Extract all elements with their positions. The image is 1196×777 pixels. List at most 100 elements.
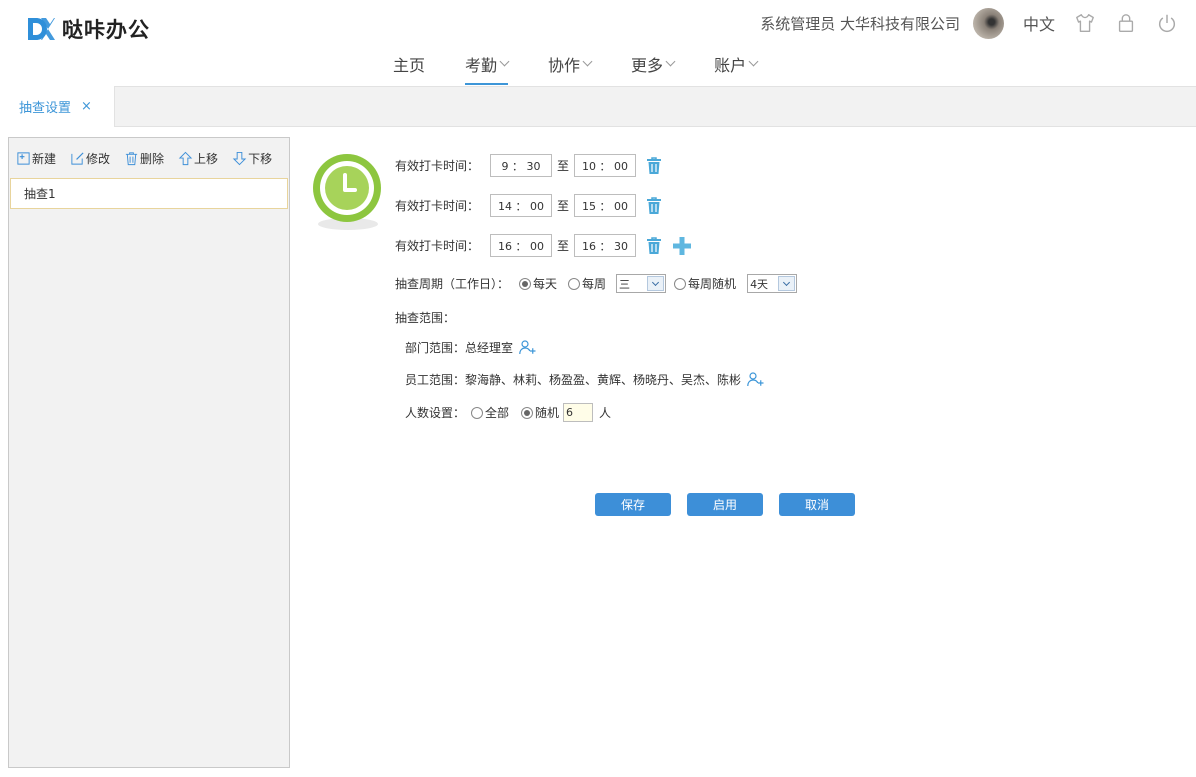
radio-weekly-label: 每周	[582, 277, 607, 291]
list-item-label: 抽查1	[24, 187, 56, 201]
trash-icon	[125, 151, 138, 165]
arrow-down-icon	[232, 151, 247, 165]
close-icon[interactable]: ×	[81, 99, 92, 114]
move-up-label: 上移	[194, 151, 219, 166]
start-time-input[interactable]: 16 ： 00	[490, 234, 553, 257]
main-nav: 主页 考勤 协作 更多 账户	[393, 52, 797, 86]
move-down-button[interactable]: 下移	[232, 150, 272, 167]
language-switch[interactable]: 中文	[1023, 11, 1055, 35]
radio-count-random[interactable]: 随机	[521, 404, 559, 421]
tab-label: 抽查设置	[19, 101, 72, 116]
chevron-down-icon[interactable]	[778, 276, 796, 291]
scope-row: 抽查范围：	[395, 309, 455, 326]
count-input[interactable]: 6	[563, 403, 594, 422]
radio-weekly-random-label: 每周随机	[688, 277, 737, 291]
radio-count-all-dot[interactable]	[471, 406, 484, 419]
move-up-button[interactable]: 上移	[178, 150, 218, 167]
app-logo[interactable]: 哒咔办公	[27, 14, 150, 44]
skin-icon[interactable]	[1073, 11, 1097, 35]
nav-attendance[interactable]: 考勤	[465, 52, 510, 86]
staff-value: 黎海静、林莉、杨盈盈、黄辉、杨晓丹、吴杰、陈彬	[465, 373, 742, 387]
user-info[interactable]: 系统管理员 大华科技有限公司	[760, 13, 960, 34]
avatar[interactable]	[972, 7, 1004, 39]
count-label: 人数设置：	[405, 406, 466, 420]
trash-icon[interactable]	[646, 196, 662, 215]
to-label: 至	[557, 239, 570, 253]
radio-count-all-label: 全部	[485, 406, 510, 420]
nav-home[interactable]: 主页	[393, 52, 425, 86]
weekday-select[interactable]: 三	[616, 274, 667, 293]
nav-more-label: 更多	[631, 56, 664, 75]
enable-button[interactable]: 启用	[687, 493, 763, 516]
new-label: 新建	[32, 151, 57, 166]
time-label: 有效打卡时间：	[395, 239, 480, 253]
nav-collaboration[interactable]: 协作	[548, 52, 593, 86]
count-row: 人数设置： 全部 随机 6 人	[405, 403, 611, 422]
dept-value: 总经理室	[465, 341, 514, 355]
to-label: 至	[557, 159, 570, 173]
delete-button[interactable]: 删除	[124, 150, 164, 167]
end-time-input[interactable]: 15 ： 00	[574, 194, 637, 217]
arrow-up-icon	[178, 151, 193, 165]
edit-button[interactable]: 修改	[70, 150, 110, 167]
radio-count-random-label: 随机	[535, 406, 560, 420]
dept-label: 部门范围：	[405, 341, 466, 355]
time-row-2: 有效打卡时间： 14 ： 00 至 15 ： 00	[395, 194, 662, 217]
time-row-1: 有效打卡时间： 9 ： 30 至 10 ： 00	[395, 154, 662, 177]
radio-count-random-dot[interactable]	[521, 406, 534, 419]
start-time-input[interactable]: 14 ： 00	[490, 194, 553, 217]
radio-daily[interactable]: 每天	[519, 275, 557, 292]
chevron-down-icon	[582, 56, 593, 67]
time-row-3: 有效打卡时间： 16 ： 00 至 16 ： 30	[395, 234, 692, 257]
trash-icon[interactable]	[646, 236, 662, 255]
lock-icon[interactable]	[1114, 11, 1138, 35]
trash-icon[interactable]	[646, 156, 662, 175]
app-header: 哒咔办公 系统管理员 大华科技有限公司 中文 主页 考勤 协作 更多 账户	[0, 0, 1196, 86]
nav-home-label: 主页	[393, 56, 426, 75]
nav-attendance-label: 考勤	[465, 56, 498, 75]
dept-row: 部门范围： 总经理室	[405, 339, 536, 356]
time-label: 有效打卡时间：	[395, 199, 480, 213]
delete-label: 删除	[140, 151, 165, 166]
radio-daily-label: 每天	[533, 277, 558, 291]
save-button[interactable]: 保存	[595, 493, 671, 516]
random-days-select[interactable]: 4天	[747, 274, 798, 293]
chevron-down-icon[interactable]	[647, 276, 665, 291]
add-time-icon[interactable]	[673, 236, 692, 255]
radio-count-all[interactable]: 全部	[471, 404, 509, 421]
random-days-value: 4天	[750, 277, 769, 291]
clock-icon	[308, 148, 388, 236]
nav-more[interactable]: 更多	[631, 52, 676, 86]
end-time-input[interactable]: 16 ： 30	[574, 234, 637, 257]
add-user-icon[interactable]	[747, 372, 764, 387]
radio-daily-dot[interactable]	[519, 277, 532, 290]
nav-collaboration-label: 协作	[548, 56, 581, 75]
spot-check-list-panel: 新建 修改 删除 上移 下移 抽查1	[8, 137, 290, 768]
staff-row: 员工范围： 黎海静、林莉、杨盈盈、黄辉、杨晓丹、吴杰、陈彬	[405, 371, 764, 388]
list-item[interactable]: 抽查1	[10, 178, 288, 209]
edit-label: 修改	[86, 151, 111, 166]
nav-account-label: 账户	[714, 56, 747, 75]
move-down-label: 下移	[248, 151, 273, 166]
tab-spot-check-settings[interactable]: 抽查设置 ×	[0, 86, 115, 127]
add-user-icon[interactable]	[519, 340, 536, 355]
chevron-down-icon	[665, 56, 676, 67]
radio-weekly-random-dot[interactable]	[674, 277, 687, 290]
nav-account[interactable]: 账户	[714, 52, 759, 86]
user-area: 系统管理员 大华科技有限公司 中文	[760, 6, 1196, 40]
weekday-select-value: 三	[619, 277, 631, 291]
start-time-input[interactable]: 9 ： 30	[490, 154, 553, 177]
end-time-input[interactable]: 10 ： 00	[574, 154, 637, 177]
cancel-button[interactable]: 取消	[779, 493, 855, 516]
scope-label: 抽查范围：	[395, 311, 456, 325]
new-button[interactable]: 新建	[16, 150, 56, 167]
radio-weekly[interactable]: 每周	[568, 275, 606, 292]
logo-text: 哒咔办公	[62, 18, 150, 42]
staff-label: 员工范围：	[405, 373, 466, 387]
to-label: 至	[557, 199, 570, 213]
radio-weekly-random[interactable]: 每周随机	[674, 275, 736, 292]
radio-weekly-dot[interactable]	[568, 277, 581, 290]
power-icon[interactable]	[1155, 11, 1179, 35]
tab-bar: 抽查设置 ×	[0, 86, 1196, 127]
list-toolbar: 新建 修改 删除 上移 下移	[9, 138, 289, 178]
